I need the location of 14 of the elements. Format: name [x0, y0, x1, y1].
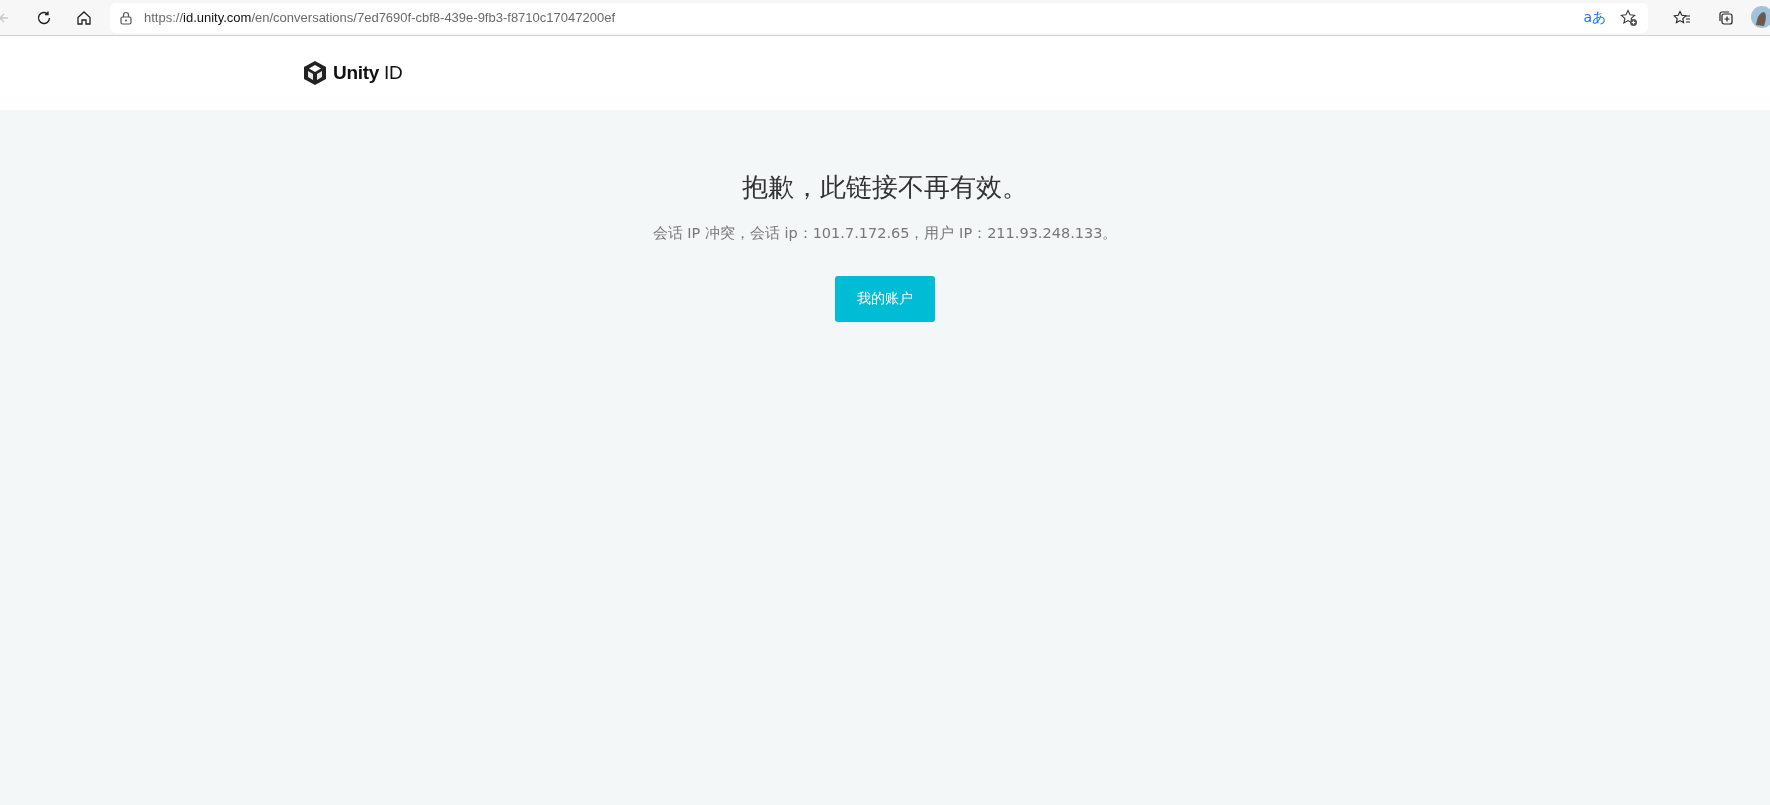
cube-logo-icon: [303, 60, 327, 86]
address-bar[interactable]: https://id.unity.com/en/conversations/7ed7690f-cbf8-439e-9fb3-f8710c17047200ef aあ: [110, 2, 1648, 33]
error-detail: 会话 IP 冲突，会话 ip：101.7.172.65，用户 IP：211.93.248.133。: [652, 224, 1118, 243]
profile-avatar[interactable]: [1750, 4, 1770, 29]
add-favorite-icon[interactable]: [1620, 8, 1638, 27]
error-title: 抱歉，此链接不再有效。: [742, 171, 1028, 204]
favorites-icon: [1673, 9, 1691, 26]
site-logo-text[interactable]: Unity ID: [333, 62, 403, 84]
home-icon: [76, 9, 92, 26]
collections-icon: [1718, 9, 1734, 26]
lock-icon[interactable]: [120, 10, 132, 25]
translate-button[interactable]: aあ: [1583, 8, 1606, 27]
url-text: https://id.unity.com/en/conversations/7ed7690f-cbf8-439e-9fb3-f8710c17047200ef: [144, 10, 615, 25]
reload-icon: [36, 9, 52, 26]
